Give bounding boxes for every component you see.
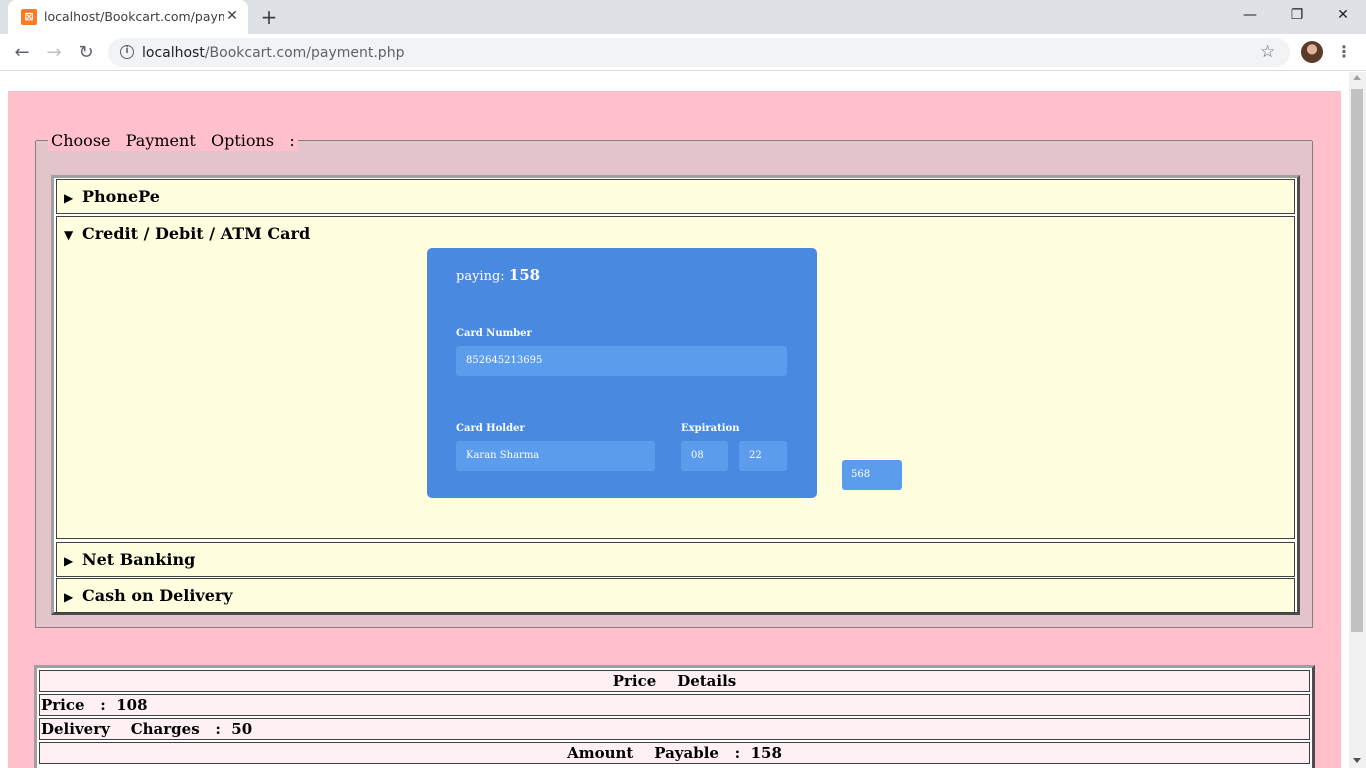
- price-details-table: Price Details Price : 108 Delivery Charg…: [34, 665, 1315, 768]
- amount-payable-row: Amount Payable : 158: [39, 742, 1310, 764]
- forward-icon[interactable]: →: [42, 41, 66, 65]
- address-bar[interactable]: i localhost/Bookcart.com/payment.php ☆: [108, 38, 1290, 67]
- delivery-charges-row: Delivery Charges : 50: [39, 718, 1310, 740]
- close-tab-icon[interactable]: ✕: [224, 8, 240, 24]
- url-path: /Bookcart.com/payment.php: [204, 45, 405, 61]
- expand-triangle-icon: ▶: [64, 590, 74, 604]
- browser-menu-icon[interactable]: ⋮: [1334, 40, 1354, 64]
- collapse-triangle-icon: ▼: [64, 228, 74, 242]
- scroll-up-arrow-icon[interactable]: [1353, 75, 1361, 80]
- section-net-banking-summary[interactable]: ▶ Net Banking: [64, 543, 195, 577]
- url-host: localhost: [142, 45, 205, 61]
- scroll-down-arrow-icon[interactable]: [1353, 758, 1361, 763]
- section-net-banking-label: Net Banking: [82, 550, 196, 569]
- profile-avatar[interactable]: [1301, 41, 1323, 63]
- section-cod[interactable]: ▶ Cash on Delivery: [56, 578, 1295, 613]
- price-details-title: Price Details: [39, 670, 1310, 692]
- xampp-icon: ⊠: [21, 9, 37, 25]
- section-card-label: Credit / Debit / ATM Card: [82, 224, 311, 243]
- vertical-scrollbar[interactable]: [1349, 72, 1366, 768]
- expiration-label: Expiration: [681, 423, 740, 434]
- paying-amount: paying: 158: [456, 266, 540, 286]
- restore-icon[interactable]: ❐: [1285, 4, 1309, 26]
- payment-accordion: ▶ PhonePe ▼ Credit / Debit / ATM Card payi…: [51, 175, 1300, 615]
- minimize-icon[interactable]: —: [1238, 4, 1262, 26]
- paying-value: 158: [508, 266, 541, 284]
- tab-title: localhost/Bookcart.com/payment.php: [44, 9, 224, 24]
- browser-toolbar: ← → ↻ i localhost/Bookcart.com/payment.p…: [0, 34, 1366, 71]
- section-cod-label: Cash on Delivery: [82, 586, 233, 605]
- expand-triangle-icon: ▶: [64, 554, 74, 568]
- scroll-thumb[interactable]: [1351, 89, 1363, 632]
- tab-strip: ⊠ localhost/Bookcart.com/payment.php ✕ +…: [0, 0, 1366, 34]
- new-tab-icon[interactable]: +: [258, 6, 280, 28]
- paying-label: paying:: [456, 269, 505, 284]
- close-window-icon[interactable]: ✕: [1331, 4, 1355, 26]
- section-card[interactable]: ▼ Credit / Debit / ATM Card paying: 158 C…: [56, 216, 1295, 539]
- price-row: Price : 108: [39, 694, 1310, 716]
- reload-icon[interactable]: ↻: [74, 41, 98, 65]
- card-holder-label: Card Holder: [456, 423, 525, 434]
- expiration-month-input[interactable]: 08: [681, 441, 728, 471]
- site-info-icon[interactable]: i: [120, 45, 134, 59]
- back-icon[interactable]: ←: [10, 41, 34, 65]
- card-holder-input[interactable]: Karan Sharma: [456, 441, 655, 471]
- browser-tab[interactable]: ⊠ localhost/Bookcart.com/payment.php ✕: [8, 0, 248, 34]
- expand-triangle-icon: ▶: [64, 191, 74, 205]
- cvv-input[interactable]: 568: [842, 460, 902, 490]
- bookmark-star-icon[interactable]: ☆: [1260, 41, 1275, 63]
- payment-options-legend: Choose Payment Options :: [48, 131, 298, 151]
- expiration-year-input[interactable]: 22: [739, 441, 787, 471]
- section-phonepe[interactable]: ▶ PhonePe: [56, 179, 1295, 214]
- section-phonepe-summary[interactable]: ▶ PhonePe: [64, 180, 160, 214]
- url-text[interactable]: localhost/Bookcart.com/payment.php: [142, 44, 404, 62]
- section-phonepe-label: PhonePe: [82, 187, 160, 206]
- card-number-input[interactable]: 852645213695: [456, 346, 787, 376]
- section-net-banking[interactable]: ▶ Net Banking: [56, 542, 1295, 577]
- page-content: Choose Payment Options : ▶ PhonePe ▼ Credi…: [8, 91, 1341, 768]
- section-cod-summary[interactable]: ▶ Cash on Delivery: [64, 579, 233, 613]
- section-card-summary[interactable]: ▼ Credit / Debit / ATM Card: [64, 217, 310, 251]
- card-number-label: Card Number: [456, 328, 532, 339]
- payment-options-fieldset: Choose Payment Options : ▶ PhonePe ▼ Credi…: [35, 131, 1313, 628]
- card-payment-form: paying: 158 Card Number 852645213695 Car…: [427, 248, 817, 498]
